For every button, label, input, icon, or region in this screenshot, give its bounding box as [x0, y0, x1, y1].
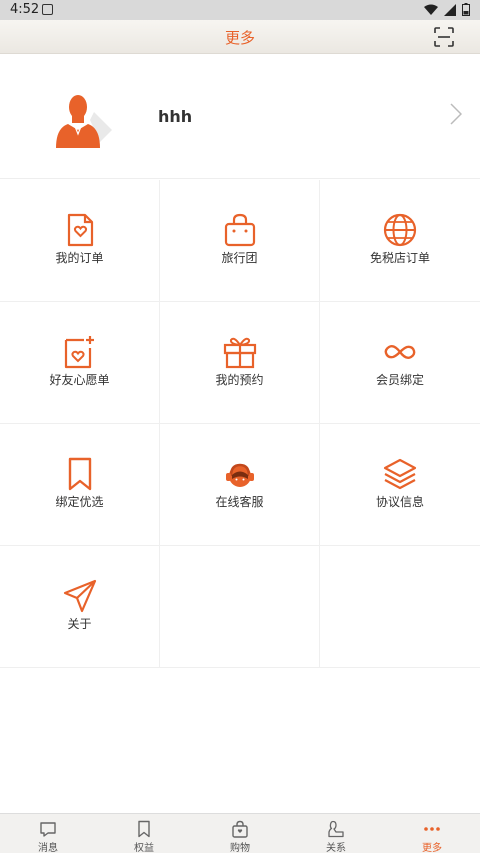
wishlist-icon — [64, 336, 94, 369]
nav-item-messages[interactable]: 消息 — [0, 814, 96, 853]
nav-item-more[interactable]: 更多 — [384, 814, 480, 853]
status-bar: 4:52 — [0, 0, 480, 20]
globe-icon — [383, 213, 417, 247]
grid-item-label: 关于 — [67, 617, 92, 631]
grid-item-label: 我的预约 — [215, 373, 264, 387]
grid-item-tour-group[interactable]: 旅行团 — [160, 180, 320, 302]
avatar — [56, 95, 112, 148]
grid-item-label: 协议信息 — [375, 495, 424, 509]
notification-icon — [42, 4, 53, 15]
nav-item-relations[interactable]: 关系 — [288, 814, 384, 853]
message-icon — [40, 822, 56, 837]
customer-service-icon — [226, 463, 254, 487]
wifi-icon — [424, 4, 438, 15]
grid-item-dutyfree-orders[interactable]: 免税店订单 — [320, 180, 480, 302]
bookmark-icon — [68, 457, 92, 491]
infinity-icon — [384, 344, 416, 360]
relation-icon — [328, 820, 344, 838]
grid-item-label: 我的订单 — [55, 251, 104, 265]
grid-item-agreement-info[interactable]: 协议信息 — [320, 424, 480, 546]
top-bar: 更多 — [0, 20, 480, 54]
more-dots-icon — [424, 827, 440, 831]
nav-item-label: 消息 — [38, 843, 58, 853]
grid-item-label: 绑定优选 — [55, 495, 104, 509]
scan-icon[interactable] — [434, 27, 454, 47]
layers-icon — [383, 458, 417, 490]
shopping-bag-icon — [232, 820, 248, 838]
page-title: 更多 — [224, 29, 255, 47]
status-time: 4:52 — [10, 2, 40, 17]
grid-item-label: 在线客服 — [215, 495, 264, 509]
nav-item-label: 关系 — [326, 843, 346, 853]
grid-item-label: 好友心愿单 — [49, 373, 110, 387]
grid-empty-cell — [160, 546, 320, 668]
grid-empty-cell — [320, 546, 480, 668]
bookmark-icon — [138, 820, 150, 838]
paper-plane-icon — [63, 579, 97, 613]
nav-item-label: 购物 — [230, 843, 250, 853]
grid-item-online-support[interactable]: 在线客服 — [160, 424, 320, 546]
profile-card[interactable]: hhh — [0, 55, 480, 179]
grid-item-my-orders[interactable]: 我的订单 — [0, 180, 160, 302]
grid-item-label: 会员绑定 — [375, 373, 424, 387]
nav-item-label: 更多 — [422, 843, 442, 853]
grid-item-about[interactable]: 关于 — [0, 546, 160, 668]
grid-item-bind-preferred[interactable]: 绑定优选 — [0, 424, 160, 546]
bottom-nav: 消息 权益 购物 关系 更多 — [0, 813, 480, 853]
grid-item-my-reservations[interactable]: 我的预约 — [160, 302, 320, 424]
chevron-right-icon[interactable] — [450, 103, 462, 125]
nav-item-shopping[interactable]: 购物 — [192, 814, 288, 853]
nav-item-benefits[interactable]: 权益 — [96, 814, 192, 853]
gift-icon — [223, 337, 257, 369]
username: hhh — [158, 107, 193, 126]
grid-item-label: 旅行团 — [221, 251, 258, 265]
signal-icon — [444, 3, 456, 16]
nav-item-label: 权益 — [134, 843, 154, 853]
order-heart-icon — [67, 213, 94, 247]
system-icons — [424, 3, 470, 16]
grid-item-member-binding[interactable]: 会员绑定 — [320, 302, 480, 424]
grid-item-friend-wishlist[interactable]: 好友心愿单 — [0, 302, 160, 424]
grid-item-label: 免税店订单 — [369, 251, 430, 265]
battery-icon — [462, 3, 470, 16]
bag-icon — [224, 213, 256, 247]
